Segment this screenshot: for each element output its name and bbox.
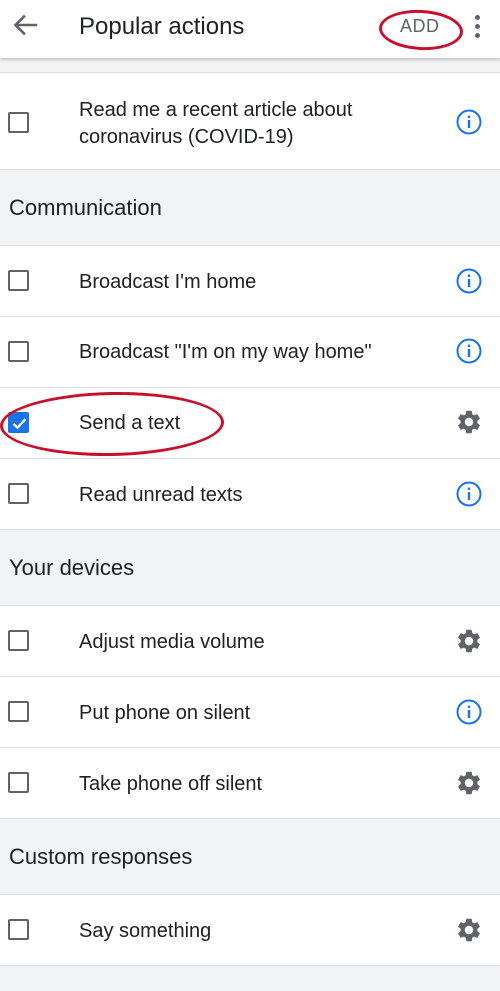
info-icon[interactable]	[455, 337, 483, 365]
action-label: Say something	[79, 920, 212, 942]
section-communication: Communication	[0, 170, 500, 245]
action-row-say-something[interactable]: Say something	[0, 894, 500, 966]
action-checkbox[interactable]	[8, 112, 29, 133]
section-header-partial	[0, 966, 500, 991]
actions-list: Read me a recent article about coronavir…	[0, 0, 500, 991]
back-arrow-icon[interactable]	[6, 6, 44, 44]
page-title: Popular actions	[79, 13, 245, 40]
highlight-annotation	[378, 7, 464, 53]
gear-icon[interactable]	[455, 627, 483, 655]
action-checkbox[interactable]	[8, 630, 29, 651]
info-icon[interactable]	[455, 267, 483, 295]
action-row-take-phone-off-silent[interactable]: Take phone off silent	[0, 748, 500, 819]
section-title: Your devices	[9, 555, 135, 580]
section-your-devices: Your devices	[0, 530, 500, 605]
action-label: Put phone on silent	[79, 702, 251, 724]
action-label: Read unread texts	[79, 484, 243, 506]
section-title: Custom responses	[9, 844, 193, 869]
action-checkbox[interactable]	[8, 919, 29, 940]
action-checkbox[interactable]	[8, 772, 29, 793]
action-label-line2: coronavirus (COVID-19)	[79, 126, 294, 148]
action-label: Broadcast "I'm on my way home"	[79, 341, 372, 363]
info-icon[interactable]	[455, 698, 483, 726]
section-header-partial	[0, 58, 500, 72]
info-icon[interactable]	[455, 480, 483, 508]
action-label: Take phone off silent	[79, 773, 263, 795]
action-label: Adjust media volume	[79, 631, 265, 653]
action-checkbox[interactable]	[8, 270, 29, 291]
action-row-put-phone-silent[interactable]: Put phone on silent	[0, 677, 500, 748]
section-title: Communication	[9, 195, 162, 220]
action-checkbox[interactable]	[8, 341, 29, 362]
action-row-covid-article[interactable]: Read me a recent article about coronavir…	[0, 72, 500, 170]
info-icon[interactable]	[455, 108, 483, 136]
action-checkbox[interactable]	[8, 701, 29, 722]
more-options-icon[interactable]	[468, 12, 488, 42]
action-label: Broadcast I'm home	[79, 271, 257, 293]
action-label-line1: Read me a recent article about	[79, 99, 353, 121]
action-row-broadcast-on-way-home[interactable]: Broadcast "I'm on my way home"	[0, 317, 500, 388]
gear-icon[interactable]	[455, 408, 483, 436]
app-bar: Popular actions ADD	[0, 0, 500, 58]
section-custom-responses: Custom responses	[0, 819, 500, 894]
gear-icon[interactable]	[455, 916, 483, 944]
action-row-broadcast-home[interactable]: Broadcast I'm home	[0, 245, 500, 317]
action-row-adjust-media-volume[interactable]: Adjust media volume	[0, 605, 500, 677]
action-row-read-unread-texts[interactable]: Read unread texts	[0, 459, 500, 530]
action-checkbox[interactable]	[8, 483, 29, 504]
gear-icon[interactable]	[455, 769, 483, 797]
